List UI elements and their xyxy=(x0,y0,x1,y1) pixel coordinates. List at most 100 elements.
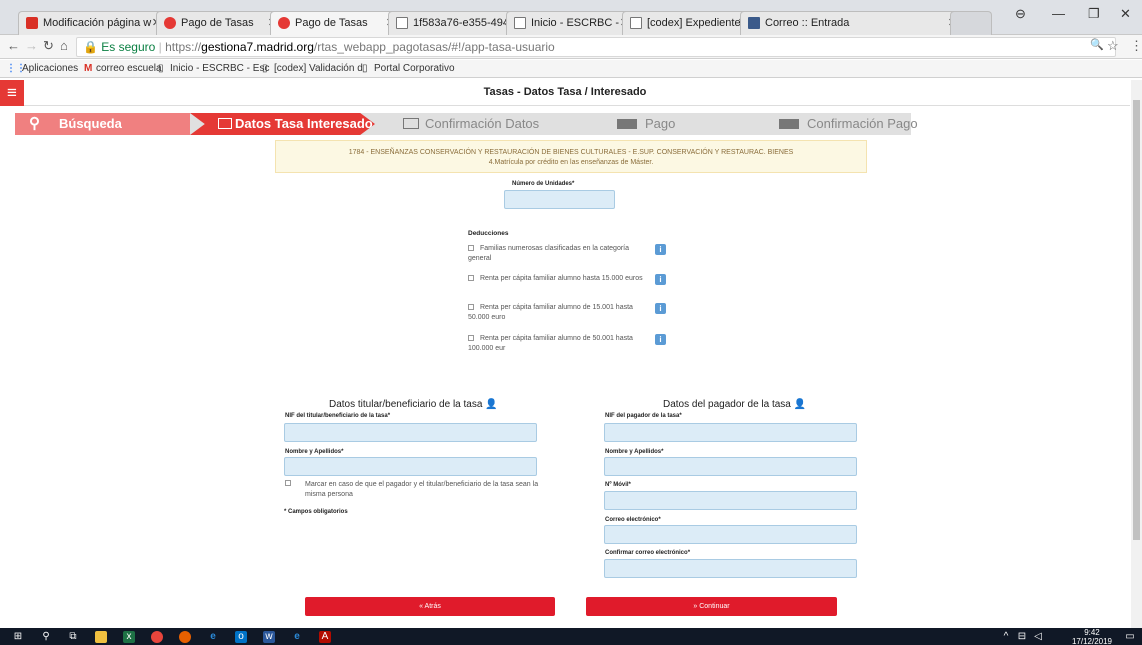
url-input[interactable]: 🔒 Es seguro | https://gestiona7.madrid.o… xyxy=(76,37,1116,57)
payer-email-input[interactable] xyxy=(604,525,857,544)
firefox-icon[interactable] xyxy=(179,631,191,643)
holder-name-label: Nombre y Apellidos* xyxy=(285,449,344,455)
step-busqueda[interactable]: ⚲ Búsqueda xyxy=(15,113,190,135)
bookmark-portal[interactable]: Portal Corporativo xyxy=(374,61,455,77)
payer-section-title: Datos del pagador de la tasa 👤 xyxy=(663,399,807,410)
browser-tab[interactable]: Correo :: Entrada ✕ xyxy=(740,11,964,35)
address-bar-row: ← → ↻ ⌂ 🔒 Es seguro | https://gestiona7.… xyxy=(0,35,1142,59)
system-clock[interactable]: 9:42 17/12/2019 xyxy=(1072,628,1112,645)
units-input[interactable] xyxy=(504,190,615,209)
browser-tab[interactable]: Inicio - ESCRBC - Escu ✕ xyxy=(506,11,636,35)
bookmark-codex[interactable]: [codex] Validación d xyxy=(274,61,363,77)
payer-confirm-email-label: Confirmar correo electrónico* xyxy=(605,550,691,556)
deduction-label: Renta per cápita familiar alumno de 50.0… xyxy=(468,335,633,352)
outlook-icon[interactable]: o xyxy=(235,631,247,643)
excel-icon[interactable]: x xyxy=(123,631,135,643)
same-person-label: Marcar en caso de que el pagador y el ti… xyxy=(305,481,539,498)
payer-mobile-label: Nº Móvil* xyxy=(605,482,631,488)
network-icon[interactable]: ⊟ xyxy=(1016,631,1028,643)
notification-chevron-icon[interactable]: ^ xyxy=(1000,631,1012,643)
page-icon xyxy=(396,17,408,29)
bookmark-apps[interactable]: Aplicaciones xyxy=(22,61,78,77)
profile-icon[interactable]: ⊖ xyxy=(1015,6,1026,22)
forward-icon[interactable]: → xyxy=(25,38,38,53)
reload-icon[interactable]: ↻ xyxy=(43,38,54,54)
payer-name-input[interactable] xyxy=(604,457,857,476)
payer-name-label: Nombre y Apellidos* xyxy=(605,449,664,455)
required-fields-note: * Campos obligatorios xyxy=(284,509,348,515)
site-favicon-icon xyxy=(164,17,176,29)
ie-icon[interactable]: e xyxy=(207,631,219,643)
hamburger-menu-icon[interactable]: ≡ xyxy=(0,80,24,106)
page-title: Tasas - Datos Tasa / Interesado xyxy=(483,86,647,98)
continue-button[interactable]: » Continuar xyxy=(586,597,837,616)
info-icon[interactable]: i xyxy=(655,334,666,345)
windows-start-icon[interactable]: ⊞ xyxy=(12,631,24,643)
maximize-icon[interactable]: ❐ xyxy=(1088,6,1100,22)
user-icon: 👤 xyxy=(793,399,807,410)
deductions-title: Deducciones xyxy=(468,230,509,237)
lock-icon: 🔒 xyxy=(83,40,98,54)
volume-icon[interactable]: ◁ xyxy=(1032,631,1044,643)
gmail-icon xyxy=(26,17,38,29)
same-person-checkbox[interactable] xyxy=(285,480,291,486)
holder-name-input[interactable] xyxy=(284,457,537,476)
browser-tab[interactable]: 1f583a76-e355-494c-8 ✕ xyxy=(388,11,520,35)
file-explorer-icon[interactable] xyxy=(95,631,107,643)
step-pago: Pago xyxy=(585,113,775,135)
bookmarks-bar: ⋮⋮ Aplicaciones M correo escuela ▯ Inici… xyxy=(0,60,1142,78)
zoom-icon[interactable]: 🔍 xyxy=(1090,38,1104,51)
step-confirmacion-datos: Confirmación Datos xyxy=(375,113,585,135)
back-icon[interactable]: ← xyxy=(7,38,20,53)
payer-mobile-input[interactable] xyxy=(604,491,857,510)
action-center-icon[interactable]: ▭ xyxy=(1124,631,1136,643)
page-icon: ▯ xyxy=(262,63,268,74)
bookmark-correo[interactable]: correo escuela xyxy=(96,61,162,77)
payer-email-label: Correo electrónico* xyxy=(605,517,661,523)
step-datos-tasa: Datos Tasa Interesado xyxy=(190,113,375,135)
holder-section-title: Datos titular/beneficiario de la tasa 👤 xyxy=(329,399,498,410)
info-icon[interactable]: i xyxy=(655,244,666,255)
ie-icon[interactable]: e xyxy=(291,631,303,643)
info-icon[interactable]: i xyxy=(655,303,666,314)
windows-taskbar: ⊞ ⚲ ⧉ x e o w e A ^ ⊟ ◁ 9:42 17/12/2019 … xyxy=(0,628,1142,645)
close-window-icon[interactable]: ✕ xyxy=(1120,6,1131,22)
page-icon: ▯ xyxy=(362,63,368,74)
search-icon[interactable]: ⚲ xyxy=(40,631,52,643)
site-favicon-icon xyxy=(278,17,290,29)
browser-tab[interactable]: Modificación página w ✕ xyxy=(18,11,168,35)
holder-nif-input[interactable] xyxy=(284,423,537,442)
page-icon xyxy=(514,17,526,29)
page-icon xyxy=(630,17,642,29)
acrobat-icon[interactable]: A xyxy=(319,631,331,643)
payer-nif-label: NIF del pagador de la tasa* xyxy=(605,413,682,419)
progress-steps: ⚲ Búsqueda Datos Tasa Interesado Confirm… xyxy=(15,113,918,135)
word-icon[interactable]: w xyxy=(263,631,275,643)
menu-dots-icon[interactable]: ⋮ xyxy=(1130,38,1142,54)
chrome-icon[interactable] xyxy=(151,631,163,643)
minimize-icon[interactable]: — xyxy=(1052,6,1065,21)
holder-nif-label: NIF del titular/beneficiario de la tasa* xyxy=(285,413,391,419)
units-label: Número de Unidades* xyxy=(512,181,575,187)
mail-icon xyxy=(748,17,760,29)
id-card-check-icon xyxy=(403,118,419,129)
browser-tab[interactable]: Pago de Tasas ✕ xyxy=(156,11,284,35)
home-icon[interactable]: ⌂ xyxy=(60,38,68,53)
gmail-icon: M xyxy=(84,63,93,74)
star-icon[interactable]: ☆ xyxy=(1107,38,1119,54)
bookmark-inicio[interactable]: Inicio - ESCRBC - Esc xyxy=(170,61,269,77)
page-scrollbar[interactable] xyxy=(1131,80,1142,628)
scrollbar-thumb[interactable] xyxy=(1133,100,1140,540)
search-icon: ⚲ xyxy=(29,115,40,132)
id-card-icon xyxy=(218,118,232,129)
info-icon[interactable]: i xyxy=(655,274,666,285)
task-view-icon[interactable]: ⧉ xyxy=(67,631,79,643)
payer-nif-input[interactable] xyxy=(604,423,857,442)
deduction-label: Renta per cápita familiar alumno hasta 1… xyxy=(480,275,643,282)
payer-confirm-email-input[interactable] xyxy=(604,559,857,578)
browser-tab[interactable]: [codex] Expedientes de ✕ xyxy=(622,11,754,35)
browser-tab-active[interactable]: Pago de Tasas ✕ xyxy=(270,11,402,35)
credit-card-check-icon xyxy=(779,119,799,129)
new-tab-button[interactable] xyxy=(950,11,992,35)
back-button[interactable]: « Atrás xyxy=(305,597,555,616)
